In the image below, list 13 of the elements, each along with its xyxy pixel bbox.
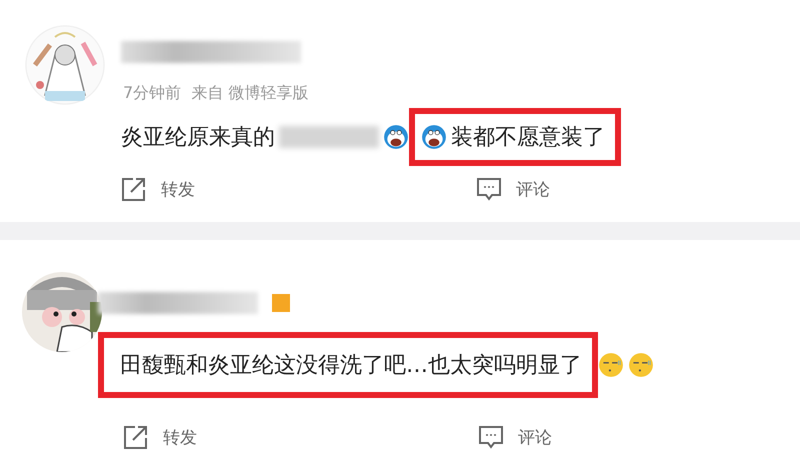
comment-text: 田馥甄和炎亚纶这没得洗了吧…也太突吗明显了	[120, 352, 582, 380]
comment-button[interactable]: 评论	[476, 176, 800, 202]
share-icon	[123, 424, 149, 450]
cartoon-face-icon	[421, 124, 447, 150]
repost-button[interactable]: 转发	[123, 424, 478, 450]
comment-icon	[478, 424, 504, 450]
repost-button[interactable]: 转发	[121, 176, 476, 202]
comment-text: 炎亚纶原来真的	[121, 124, 275, 152]
comment-button[interactable]: 评论	[478, 424, 800, 450]
comment-meta: 7分钟前 来自 微博轻享版	[123, 83, 310, 104]
comment-text: 装都不愿意装了	[451, 124, 605, 152]
comment-icon	[476, 176, 502, 202]
share-icon	[121, 176, 147, 202]
